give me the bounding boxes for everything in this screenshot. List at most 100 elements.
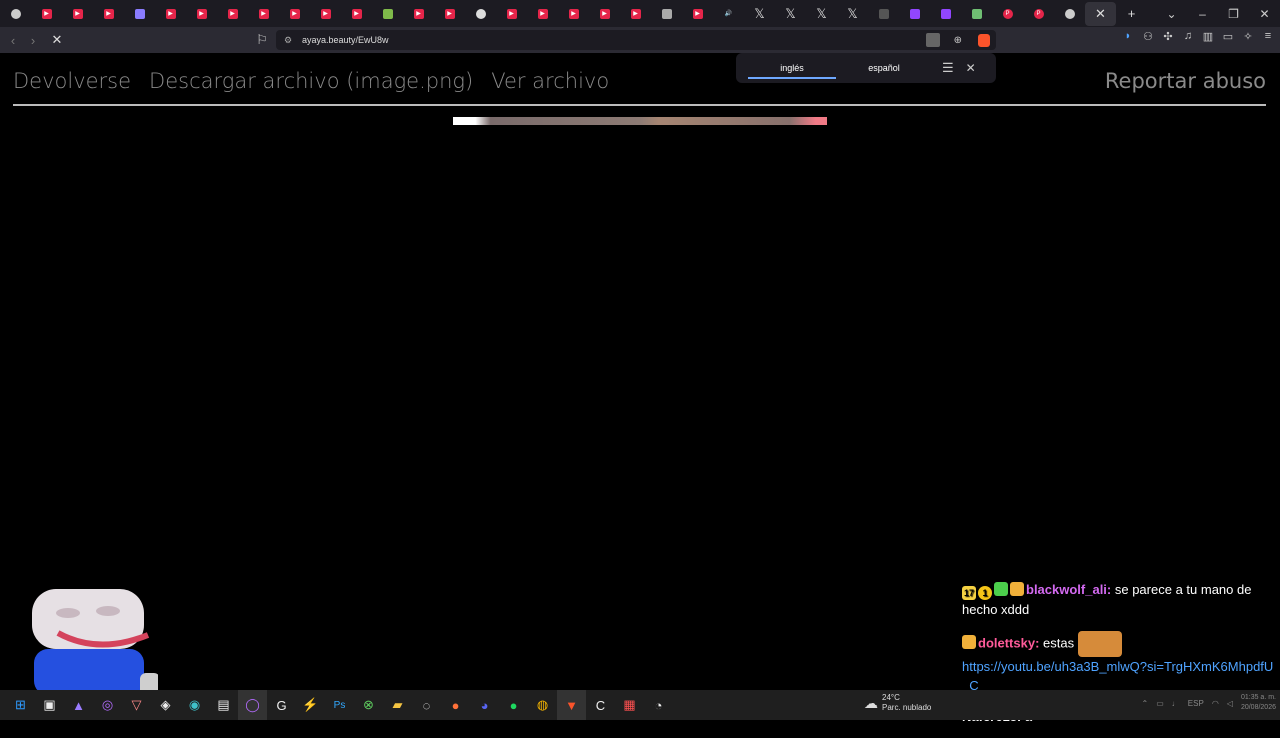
report-abuse-link[interactable]: Reportar abuso [1105,69,1266,93]
clock[interactable]: 01:35 a. m. 20/08/2026 [1241,693,1276,713]
tab-12[interactable]: ▶ [341,2,372,26]
app-icon[interactable]: ◯ [238,690,267,720]
tab-11[interactable]: ▶ [310,2,341,26]
stop-loading-icon[interactable]: ✕ [47,32,67,48]
app-icon[interactable]: C [586,690,615,720]
tab-15[interactable]: ▶ [434,2,465,26]
steam-icon[interactable]: ◔ [644,690,673,720]
app-icon[interactable]: ◌ [412,690,441,720]
tab-2[interactable]: ▶ [31,2,62,26]
tab-24[interactable]: 🔊 [713,2,744,26]
weather-widget[interactable]: ☁ 24°C Parc. nublado [864,693,931,713]
wallet-icon[interactable]: ▭ [1220,30,1236,46]
menu-icon[interactable]: ≡ [1260,30,1276,46]
tab-13[interactable] [372,2,403,26]
translate-close-icon[interactable]: ✕ [966,61,976,75]
app-icon[interactable]: ▦ [615,690,644,720]
tab-21[interactable]: ▶ [620,2,651,26]
extension-icon[interactable]: ⚇ [1140,30,1156,46]
chat-username[interactable]: blackwolf_ali: [1026,582,1111,597]
tab-18[interactable]: ▶ [527,2,558,26]
network-icon[interactable]: ▭ [1156,699,1164,708]
chevron-up-icon[interactable]: ⌃ [1142,699,1149,708]
brave-shield-icon[interactable] [978,33,990,47]
tab-20[interactable]: ▶ [589,2,620,26]
tab-25[interactable]: 𝕏 [744,2,775,26]
discord-icon[interactable]: ◕ [470,690,499,720]
chat-username[interactable]: dolettsky: [978,635,1039,650]
wifi-icon[interactable]: ◠ [1212,699,1219,708]
brave-icon[interactable]: ▼ [557,690,586,720]
tab-22[interactable] [651,2,682,26]
xbox-icon[interactable]: ⊗ [354,690,383,720]
photoshop-icon[interactable]: Ps [325,690,354,720]
tab-16[interactable] [465,2,496,26]
tab-23[interactable]: ▶ [682,2,713,26]
tab-4[interactable]: ▶ [93,2,124,26]
tab-14[interactable]: ▶ [403,2,434,26]
windows-start-icon[interactable]: ⊞ [6,690,35,720]
firefox-icon[interactable]: ● [441,690,470,720]
sidebar-icon[interactable]: ▥ [1200,30,1216,46]
back-icon[interactable]: ‹ [3,33,23,48]
spotify-icon[interactable]: ● [499,690,528,720]
tab-8[interactable]: ▶ [217,2,248,26]
tab-list-icon[interactable]: ⌄ [1156,7,1187,21]
tab-1[interactable] [0,2,31,26]
back-link[interactable]: Devolverse [13,69,131,93]
app-icon[interactable]: ◈ [151,690,180,720]
minimize-icon[interactable]: – [1187,7,1218,21]
tor-icon[interactable]: ◎ [93,690,122,720]
folder-icon[interactable]: ▰ [383,690,412,720]
tab-6[interactable]: ▶ [155,2,186,26]
leo-icon[interactable]: ✧ [1240,30,1256,46]
tab-34[interactable]: P [1023,2,1054,26]
app-icon[interactable]: ▲ [64,690,93,720]
tab-9[interactable]: ▶ [248,2,279,26]
view-file-link[interactable]: Ver archivo [491,69,609,93]
tab-29[interactable] [868,2,899,26]
chat-link[interactable]: https://youtu.be/uh3a3B_mlwQ?si=TrgHXmK6… [962,659,1273,693]
tab-33[interactable]: P [992,2,1023,26]
bookmark-icon[interactable]: ⚐ [252,32,272,48]
translate-icon[interactable] [926,33,940,47]
chrome-icon[interactable]: ◍ [528,690,557,720]
tab-5[interactable] [124,2,155,26]
tab-10[interactable]: ▶ [279,2,310,26]
close-window-icon[interactable]: ✕ [1249,7,1280,21]
tab-27[interactable]: 𝕏 [806,2,837,26]
forward-icon[interactable]: › [23,33,43,48]
tab-3[interactable]: ▶ [62,2,93,26]
tab-close-icon[interactable]: ✕ [1095,6,1106,22]
tab-19[interactable]: ▶ [558,2,589,26]
tab-26[interactable]: 𝕏 [775,2,806,26]
app-icon[interactable]: G [267,690,296,720]
restore-icon[interactable]: ❐ [1218,7,1249,21]
mic-icon[interactable]: ♩ [1172,699,1180,708]
app-icon[interactable]: ▽ [122,690,151,720]
edge-icon[interactable]: ◉ [180,690,209,720]
notepad-icon[interactable]: ▤ [209,690,238,720]
tab-32[interactable] [961,2,992,26]
tab-7[interactable]: ▶ [186,2,217,26]
download-link[interactable]: Descargar archivo (image.png) [149,69,473,93]
translate-source-tab[interactable]: inglés [746,63,838,79]
volume-icon[interactable]: ◁ [1227,699,1233,708]
lang-indicator[interactable]: ESP [1188,699,1204,708]
tab-active[interactable]: ✕ [1085,1,1116,26]
site-info-icon[interactable]: ⚙ [284,35,292,46]
tab-28[interactable]: 𝕏 [837,2,868,26]
zoom-icon[interactable]: ⊕ [954,35,962,46]
tab-17[interactable]: ▶ [496,2,527,26]
puzzle-icon[interactable]: ✣ [1160,30,1176,46]
tab-30[interactable] [899,2,930,26]
app-icon[interactable]: ▣ [35,690,64,720]
new-tab-button[interactable]: + [1116,2,1147,26]
url-bar[interactable]: ⚙ ayaya.beauty/EwU8w ⊕ [276,30,996,50]
app-icon[interactable]: ⚡ [296,690,325,720]
tab-31[interactable] [930,2,961,26]
extension-icon[interactable]: ◗ [1120,30,1136,46]
translate-target-tab[interactable]: español [838,63,930,73]
image-preview[interactable] [453,117,827,125]
music-icon[interactable]: ♫ [1180,30,1196,46]
